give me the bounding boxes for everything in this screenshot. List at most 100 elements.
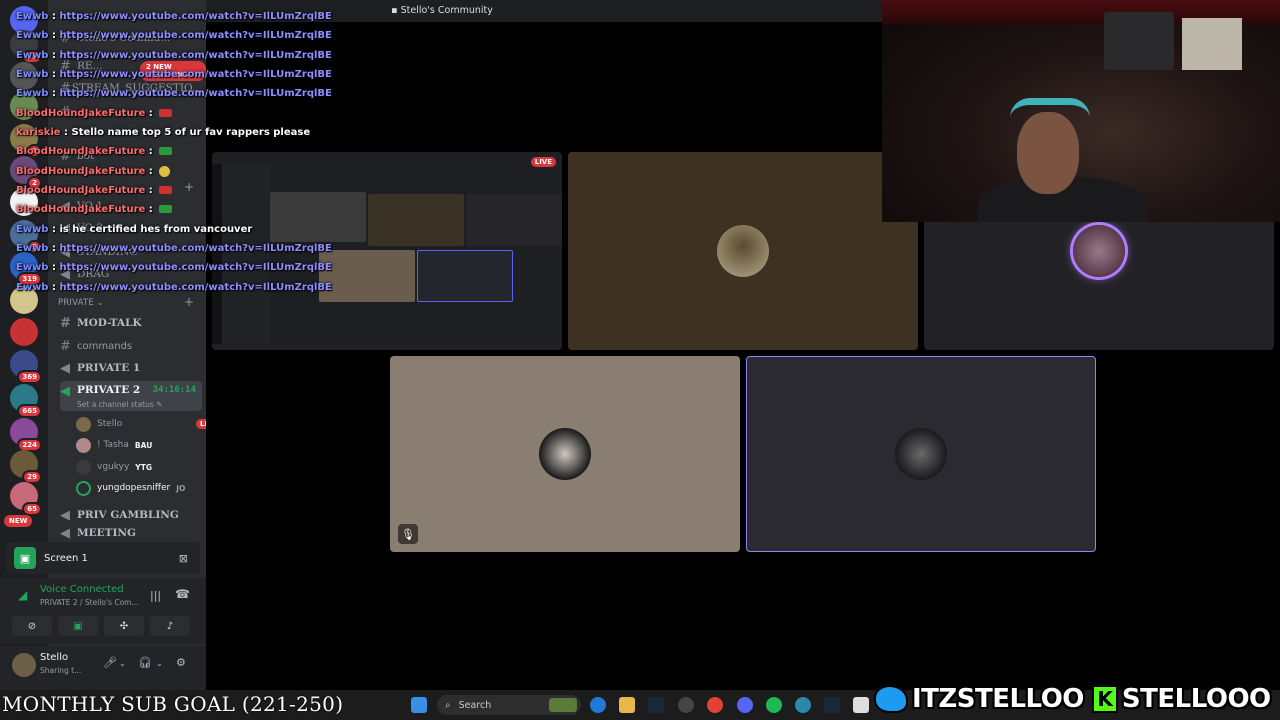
voice-user[interactable]: ! Tasha BAU — [76, 436, 152, 454]
avatar — [539, 428, 591, 480]
user-tag: BAU — [134, 440, 153, 450]
app-icon[interactable] — [795, 697, 811, 713]
chat-username: Ewwb — [16, 30, 49, 41]
taskbar-search[interactable]: ⌕ Search — [437, 695, 581, 715]
add-channel-icon[interactable]: + — [184, 180, 194, 194]
channel-commands[interactable]: # commands — [60, 336, 202, 356]
screen-share-label: Screen 1 — [44, 552, 88, 564]
chat-username: kariskie — [16, 127, 61, 138]
channel-label: PRIV GAMBLING — [77, 509, 179, 521]
chat-username: Ewwb — [16, 282, 49, 293]
steam-icon[interactable] — [824, 697, 840, 713]
stop-share-icon[interactable]: ⊠ — [179, 552, 188, 565]
twitter-handle: ITZSTELLOO — [912, 684, 1084, 714]
activities-button[interactable]: ✣ — [104, 616, 144, 636]
voice-user-name: ! Tasha — [97, 440, 129, 450]
noise-suppression-icon[interactable]: ||| — [150, 589, 161, 602]
headphones-icon[interactable]: 🎧︎ — [138, 656, 152, 669]
emote-icon — [159, 186, 173, 194]
voice-status: Voice Connected — [40, 584, 124, 595]
avatar — [717, 225, 769, 277]
chat-username: BloodHoundJakeFuture — [16, 204, 146, 215]
server-icon[interactable]: 369 — [10, 350, 42, 384]
chat-username: BloodHoundJakeFuture — [16, 146, 146, 157]
chat-message: Ewwb : https://www.youtube.com/watch?v=I… — [16, 50, 332, 61]
chat-text: https://www.youtube.com/watch?v=IlLUmZrq… — [59, 30, 332, 41]
mini-tile — [417, 250, 513, 302]
soundboard-button[interactable]: ♪ — [150, 616, 190, 636]
chat-message: BloodHoundJakeFuture : — [16, 184, 173, 202]
gear-icon[interactable]: ⚙ — [176, 656, 186, 669]
search-highlight-icon — [549, 698, 577, 712]
chat-text: https://www.youtube.com/watch?v=IlLUmZrq… — [59, 243, 332, 254]
screen-icon: ▣ — [14, 547, 36, 569]
call-timer: 34:16:14 — [152, 385, 196, 395]
chat-message: Ewwb : https://www.youtube.com/watch?v=I… — [16, 282, 332, 293]
emote-icon — [159, 147, 173, 155]
channel-mod-talk[interactable]: # MOD-TALK — [60, 313, 202, 333]
chat-message: Ewwb : https://www.youtube.com/watch?v=I… — [16, 262, 332, 273]
camera-off-button[interactable]: ⊘ — [12, 616, 52, 636]
server-icon[interactable]: 665 — [10, 384, 42, 418]
camera-off-icon: ⊘ — [27, 620, 37, 632]
server-icon[interactable] — [10, 318, 38, 346]
chat-username: Ewwb — [16, 262, 49, 273]
signal-icon[interactable]: ◢ — [18, 588, 27, 602]
headphones — [1010, 98, 1090, 122]
chevron-down-icon[interactable]: ⌄ — [156, 659, 163, 668]
screen-share-button[interactable]: ▣ — [58, 616, 98, 636]
video-tile[interactable] — [568, 152, 918, 350]
edge-icon[interactable] — [590, 697, 606, 713]
discord-icon[interactable] — [737, 697, 753, 713]
file-explorer-icon[interactable] — [619, 697, 635, 713]
steam-icon[interactable] — [648, 697, 664, 713]
windows-start-icon[interactable] — [411, 697, 427, 713]
chat-message: BloodHoundJakeFuture : — [16, 145, 173, 163]
category-private[interactable]: PRIVATE ⌄ — [58, 298, 104, 308]
channel-status-text: Set a channel status — [77, 400, 154, 409]
voice-user-name: vgukyy — [97, 462, 130, 472]
user-tag: JO — [176, 483, 186, 493]
chat-username: Ewwb — [16, 88, 49, 99]
socials-overlay: ITZSTELLOO K STELLOOO — [874, 680, 1271, 718]
voice-user[interactable]: StelloLIVE — [76, 415, 222, 433]
channel-status[interactable]: Set a channel status ✎ — [77, 400, 162, 409]
chrome-icon[interactable] — [707, 697, 723, 713]
spotify-icon[interactable] — [766, 697, 782, 713]
new-servers-pill[interactable]: NEW — [4, 515, 33, 527]
twitter-icon — [874, 685, 908, 713]
chat-username: Ewwb — [16, 243, 49, 254]
voice-channel-private-1[interactable]: ◀ PRIVATE 1 — [60, 358, 202, 378]
emote-icon — [159, 109, 173, 117]
server-logo-icon: ▪ — [391, 5, 398, 16]
voice-channel-meeting[interactable]: ◀ MEETING — [60, 527, 202, 539]
screen-share-panel[interactable]: ▣ Screen 1 ⊠ — [6, 542, 200, 574]
voice-channel-priv-gambling[interactable]: ◀ PRIV GAMBLING — [60, 505, 202, 525]
video-tile[interactable]: 🎙 — [390, 356, 740, 552]
speaker-icon: ◀ — [60, 360, 70, 376]
chat-message: Ewwb : https://www.youtube.com/watch?v=I… — [16, 243, 332, 254]
app-icon[interactable] — [678, 697, 694, 713]
microphone-icon[interactable]: 🎤︎ — [103, 656, 117, 669]
chat-text: https://www.youtube.com/watch?v=IlLUmZrq… — [59, 69, 332, 80]
voice-location[interactable]: PRIVATE 2 / Stello's Com... — [40, 598, 139, 607]
user-tag: YTG — [135, 462, 152, 472]
app-icon[interactable] — [853, 697, 869, 713]
webcam-panel — [1182, 18, 1242, 70]
kick-logo-letter: K — [1097, 687, 1113, 711]
server-icon[interactable]: 29 — [10, 450, 42, 484]
webcam-poster — [1104, 12, 1174, 70]
voice-user[interactable]: vgukyyYTG🎙 — [76, 458, 226, 476]
video-tile[interactable] — [746, 356, 1096, 552]
server-icon[interactable]: 224 — [10, 418, 42, 452]
avatar[interactable] — [12, 653, 36, 677]
disconnect-icon[interactable]: ☎ — [175, 587, 190, 601]
server-icon[interactable]: 65 — [10, 482, 42, 516]
voice-user[interactable]: yungdopesniffer JO — [76, 479, 185, 497]
sub-goal-overlay: MONTHLY SUB GOAL (221-250) — [2, 692, 344, 716]
kick-icon: K — [1091, 685, 1118, 713]
mini-tile — [270, 192, 366, 242]
chevron-down-icon[interactable]: ⌄ — [119, 659, 126, 668]
webcam-overlay — [882, 0, 1280, 222]
mini-tile — [466, 194, 562, 246]
